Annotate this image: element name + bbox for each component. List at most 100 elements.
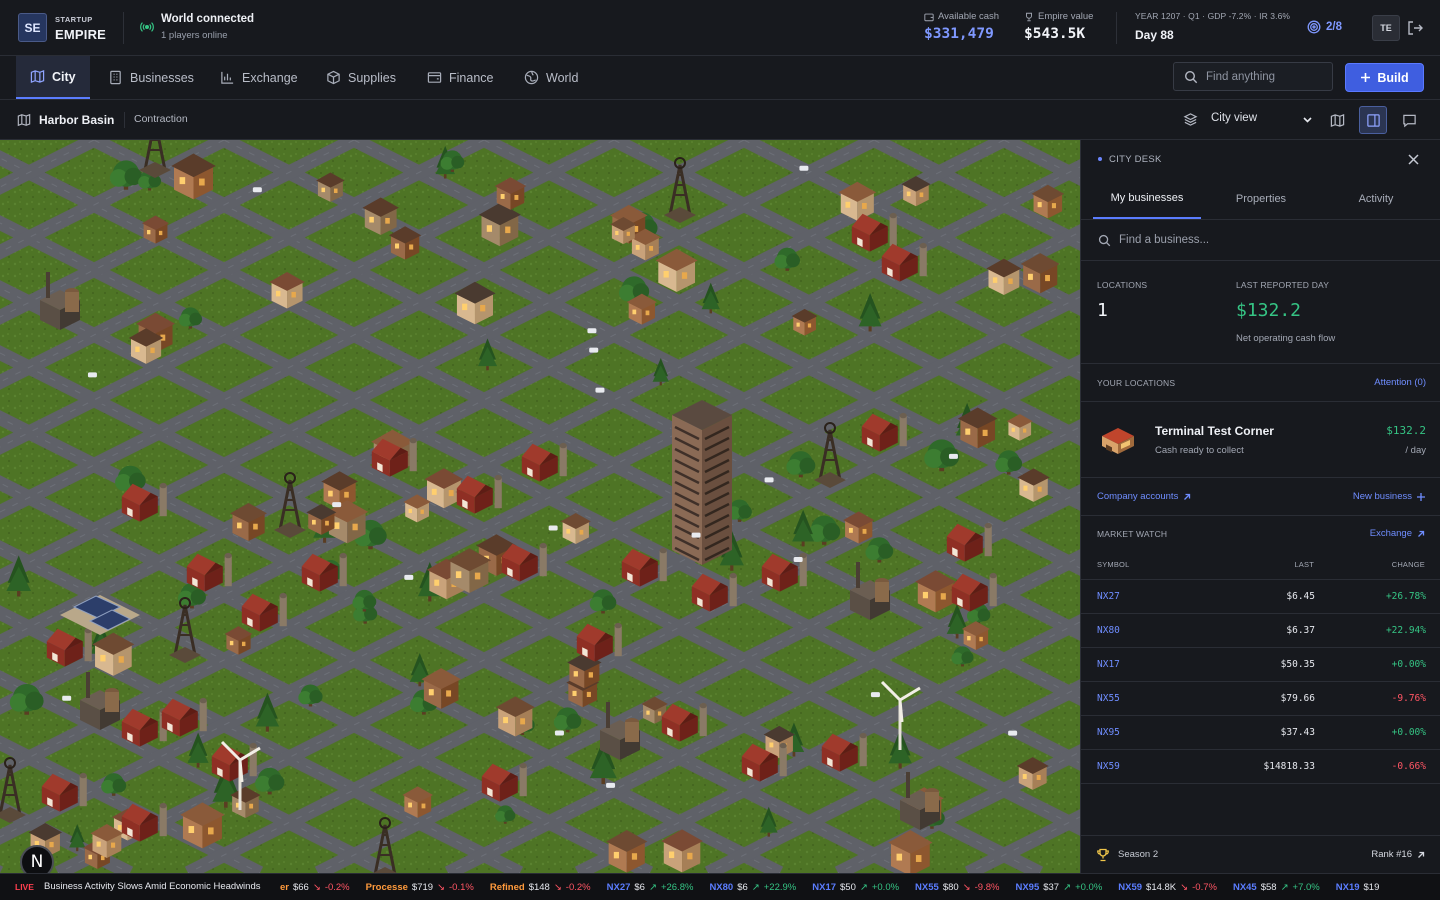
empire-label: Empire value xyxy=(1024,11,1093,22)
market-last: $79.66 xyxy=(1280,693,1315,704)
ticker-change: +0.0% xyxy=(871,882,900,893)
ticker-item[interactable]: NX45 $58 ↗ +7.0% xyxy=(1233,882,1320,893)
ticker-item[interactable]: er $66 ↘ -0.2% xyxy=(280,882,350,893)
divider xyxy=(124,112,125,128)
ticker-strip: er $66 ↘ -0.2% Processe $719 ↘ -0.1% Refined $148… xyxy=(280,882,1379,893)
panel-view-button[interactable] xyxy=(1359,106,1387,134)
tab-businesses[interactable]: Businesses xyxy=(94,56,208,99)
market-watch-header: MARKET WATCH Exchange xyxy=(1081,515,1440,553)
global-search-input[interactable]: Find anything xyxy=(1173,62,1333,91)
car xyxy=(404,574,414,580)
tab-finance[interactable]: Finance xyxy=(413,56,507,99)
ticker-item[interactable]: NX59 $14.8K ↘ -0.7% xyxy=(1118,882,1217,893)
ticker-symbol: NX95 xyxy=(1015,882,1040,893)
ticker-item[interactable]: NX80 $6 ↗ +22.9% xyxy=(709,882,796,893)
car xyxy=(764,477,774,483)
divider xyxy=(123,12,124,44)
market-change: +26.78% xyxy=(1385,591,1426,602)
district-bar: Harbor Basin Contraction City view xyxy=(0,100,1440,140)
car xyxy=(587,328,597,334)
panel-title: CITY DESK xyxy=(1109,154,1162,165)
ticker-price: $50 xyxy=(840,882,856,893)
market-row[interactable]: NX59 $14818.33 -0.66% xyxy=(1081,749,1440,783)
business-search-input[interactable]: Find a business... xyxy=(1081,220,1440,261)
ticker-item[interactable]: NX27 $6 ↗ +26.8% xyxy=(607,882,694,893)
broadcast-icon xyxy=(140,22,154,32)
car xyxy=(548,525,558,531)
ticker-item[interactable]: NX95 $37 ↗ +0.0% xyxy=(1015,882,1102,893)
market-row[interactable]: NX95 $37.43 +0.00% xyxy=(1081,715,1440,749)
car xyxy=(799,165,809,171)
ticker-change: -9.8% xyxy=(974,882,1000,893)
tab-exchange[interactable]: Exchange xyxy=(206,56,312,99)
company-accounts-link[interactable]: Company accounts xyxy=(1097,491,1192,502)
tab-my-businesses[interactable]: My businesses xyxy=(1093,178,1201,219)
ticker-item[interactable]: NX17 $50 ↗ +0.0% xyxy=(812,882,899,893)
ticker-change: -0.2% xyxy=(565,882,591,893)
market-change: +0.00% xyxy=(1391,727,1426,738)
ticker-symbol: Refined xyxy=(489,882,525,893)
tab-world[interactable]: World xyxy=(510,56,592,99)
market-symbol: NX55 xyxy=(1097,693,1120,704)
headline[interactable]: Business Activity Slows Amid Economic He… xyxy=(44,881,260,892)
tab-properties[interactable]: Properties xyxy=(1205,178,1317,219)
brand-subtitle: STARTUP xyxy=(55,15,93,24)
market-last: $6.45 xyxy=(1286,591,1315,602)
trend-up-icon: ↗ xyxy=(859,882,868,893)
market-last: $50.35 xyxy=(1280,659,1315,670)
trend-up-icon: ↗ xyxy=(1280,882,1289,893)
ticker-item[interactable]: NX55 $80 ↘ -9.8% xyxy=(915,882,999,893)
ticker-item[interactable]: Refined $148 ↘ -0.2% xyxy=(490,882,591,893)
ticker-item[interactable]: Processe $719 ↘ -0.1% xyxy=(366,882,474,893)
map-view-button[interactable] xyxy=(1323,106,1351,134)
col-symbol: SYMBOL xyxy=(1097,560,1130,569)
exchange-link[interactable]: Exchange xyxy=(1370,528,1426,539)
chat-icon xyxy=(1402,114,1416,127)
ticker-change: +22.9% xyxy=(763,882,797,893)
view-select[interactable]: City view xyxy=(1211,112,1315,128)
trophy-icon xyxy=(1026,12,1032,21)
last-day-label: LAST REPORTED DAY xyxy=(1236,280,1330,290)
ticker-item[interactable]: NX19 $19 xyxy=(1336,882,1380,893)
market-row[interactable]: NX27 $6.45 +26.78% xyxy=(1081,579,1440,613)
avatar[interactable]: TE xyxy=(1372,15,1400,41)
market-symbol: NX59 xyxy=(1097,761,1120,772)
ticker-symbol: er xyxy=(280,882,289,893)
market-row[interactable]: NX17 $50.35 +0.00% xyxy=(1081,647,1440,681)
brand-logo[interactable]: SE xyxy=(18,13,47,42)
chevron-down-icon[interactable] xyxy=(1302,114,1313,125)
building-icon xyxy=(110,70,121,85)
tab-activity[interactable]: Activity xyxy=(1321,178,1431,219)
market-change: -9.76% xyxy=(1391,693,1426,704)
market-row[interactable]: NX55 $79.66 -9.76% xyxy=(1081,681,1440,715)
location-row[interactable]: Terminal Test Corner Cash ready to colle… xyxy=(1081,401,1440,477)
panel-tabs: My businesses Properties Activity xyxy=(1081,178,1440,220)
attention-link[interactable]: Attention (0) xyxy=(1374,377,1426,388)
wallet-icon xyxy=(427,72,442,83)
rank-link[interactable]: Rank #16 xyxy=(1371,849,1426,860)
panel-header: CITY DESK xyxy=(1081,140,1440,178)
divider xyxy=(1081,783,1440,784)
cash-label: Available cash xyxy=(924,11,999,22)
district-name[interactable]: Harbor Basin xyxy=(39,113,114,127)
logout-icon[interactable] xyxy=(1406,19,1424,37)
chat-button[interactable] xyxy=(1395,106,1423,134)
new-business-link[interactable]: New business xyxy=(1353,491,1426,502)
build-button[interactable]: Build xyxy=(1345,63,1424,92)
car xyxy=(793,557,803,563)
locations-header: YOUR LOCATIONS Attention (0) xyxy=(1081,363,1440,401)
close-icon[interactable] xyxy=(1407,153,1420,166)
box-icon xyxy=(327,70,340,85)
market-row[interactable]: NX80 $6.37 +22.94% xyxy=(1081,613,1440,647)
economy-summary: YEAR 1207 · Q1 · GDP -7.2% · IR 3.6% xyxy=(1135,11,1291,21)
ticker-symbol: Processe xyxy=(365,882,408,893)
ticker-price: $6 xyxy=(737,882,748,893)
last-day-value: $132.2 xyxy=(1236,300,1302,321)
apartment-tower[interactable] xyxy=(672,400,732,565)
city-map-canvas[interactable] xyxy=(0,140,1080,873)
location-status: Cash ready to collect xyxy=(1155,445,1244,456)
tab-supplies[interactable]: Supplies xyxy=(312,56,410,99)
players-count[interactable]: 2/8 xyxy=(1307,20,1342,34)
tab-city[interactable]: City xyxy=(16,56,90,99)
city-map[interactable] xyxy=(0,140,1080,873)
